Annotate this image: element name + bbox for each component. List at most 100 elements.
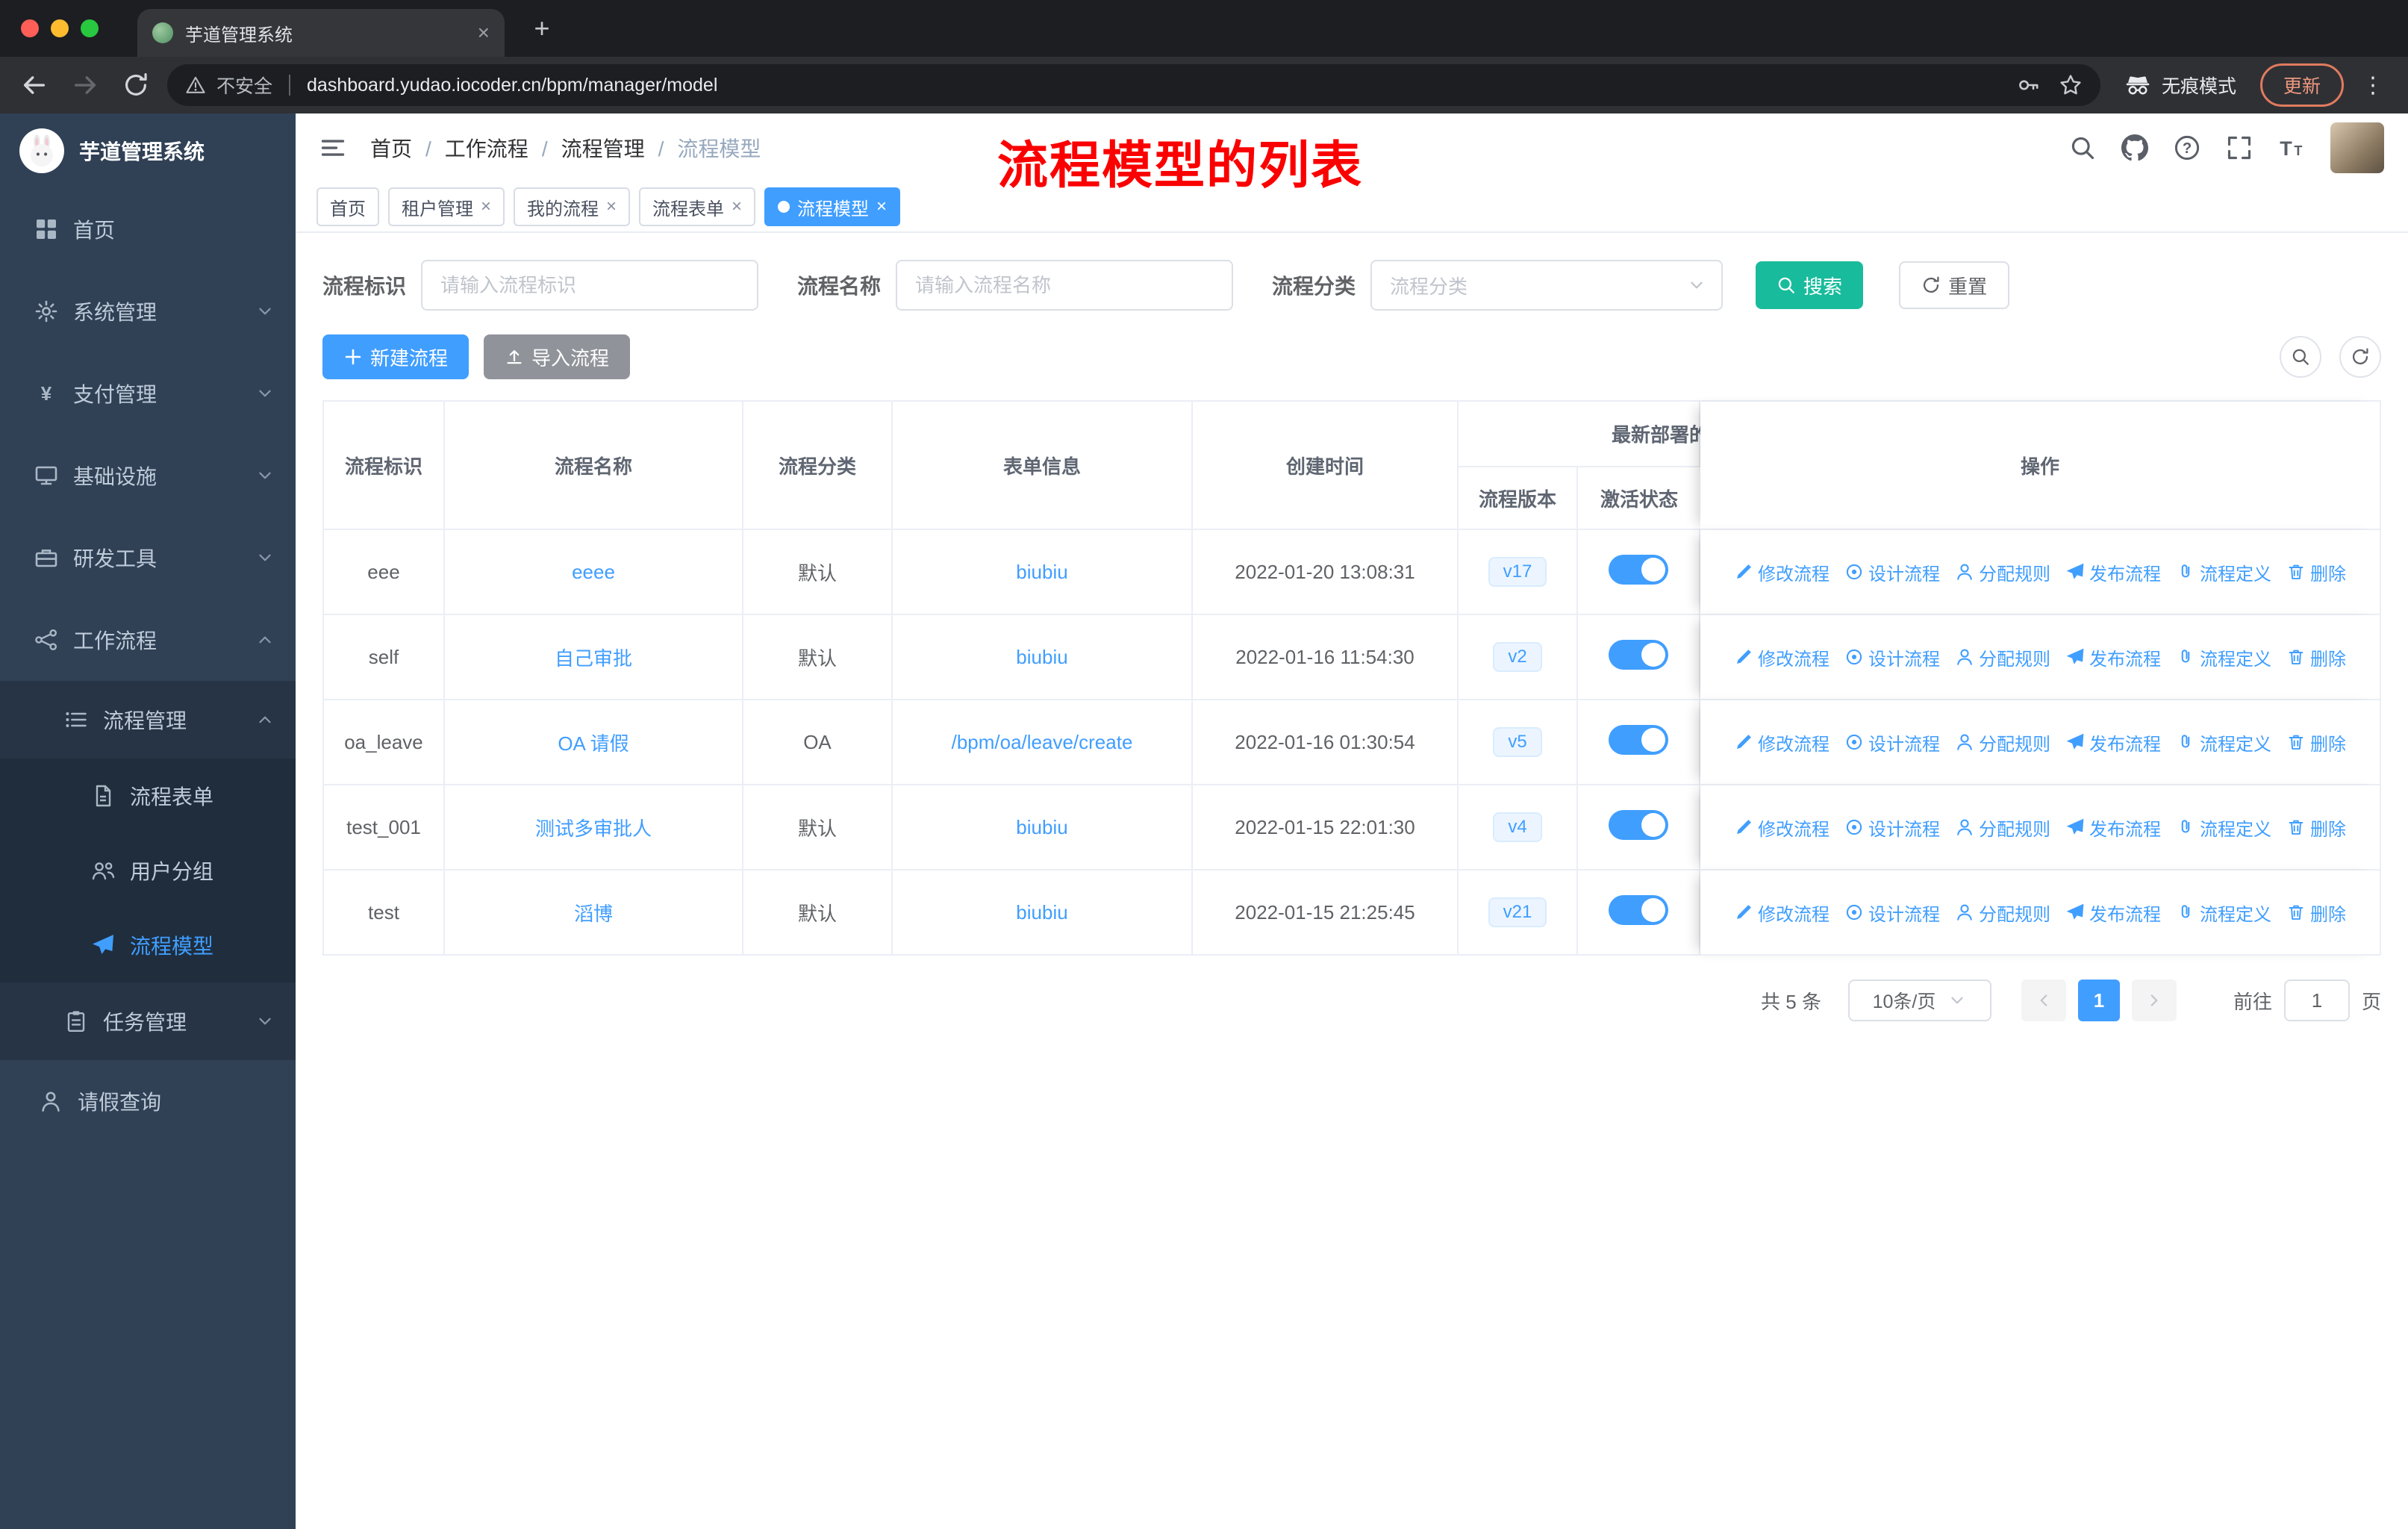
browser-menu-icon[interactable]: ⋮ bbox=[2362, 72, 2384, 99]
action-modify[interactable]: 修改流程 bbox=[1734, 815, 1830, 841]
action-design[interactable]: 设计流程 bbox=[1844, 729, 1940, 756]
active-toggle[interactable] bbox=[1609, 894, 1668, 925]
active-toggle[interactable] bbox=[1609, 724, 1668, 755]
action-design[interactable]: 设计流程 bbox=[1844, 815, 1940, 841]
breadcrumb-workflow[interactable]: 工作流程 bbox=[445, 133, 548, 163]
fullscreen-icon[interactable] bbox=[2226, 134, 2253, 161]
form-link[interactable]: biubiu bbox=[1016, 901, 1067, 924]
active-toggle[interactable] bbox=[1609, 554, 1668, 585]
close-icon[interactable]: × bbox=[481, 198, 491, 216]
search-button[interactable]: 搜索 bbox=[1756, 261, 1864, 309]
action-assign-rule[interactable]: 分配规则 bbox=[1955, 644, 2050, 670]
sidebar-item-process-model[interactable]: 流程模型 bbox=[0, 908, 296, 983]
action-design[interactable]: 设计流程 bbox=[1844, 644, 1940, 670]
action-delete[interactable]: 删除 bbox=[2286, 815, 2346, 841]
sidebar-item-process-mgmt[interactable]: 流程管理 bbox=[0, 681, 296, 759]
user-avatar[interactable] bbox=[2330, 122, 2384, 173]
sidebar-item-home[interactable]: 首页 bbox=[0, 188, 296, 270]
action-definition[interactable]: 流程定义 bbox=[2176, 900, 2271, 926]
action-assign-rule[interactable]: 分配规则 bbox=[1955, 900, 2050, 926]
next-page-button[interactable] bbox=[2131, 980, 2177, 1021]
minimize-window-button[interactable] bbox=[51, 19, 69, 37]
font-size-icon[interactable] bbox=[2278, 134, 2305, 161]
help-icon[interactable] bbox=[2174, 134, 2200, 161]
tab-close-icon[interactable]: × bbox=[478, 22, 490, 43]
action-delete[interactable]: 删除 bbox=[2286, 559, 2346, 585]
action-modify[interactable]: 修改流程 bbox=[1734, 559, 1830, 585]
tag-process-form[interactable]: 流程表单 × bbox=[639, 187, 756, 226]
close-icon[interactable]: × bbox=[606, 198, 617, 216]
action-design[interactable]: 设计流程 bbox=[1844, 559, 1940, 585]
form-link[interactable]: biubiu bbox=[1016, 646, 1067, 668]
sidebar-item-system[interactable]: 系统管理 bbox=[0, 270, 296, 352]
action-delete[interactable]: 删除 bbox=[2286, 644, 2346, 670]
password-key-icon[interactable] bbox=[2017, 73, 2041, 97]
form-link[interactable]: /bpm/oa/leave/create bbox=[952, 731, 1133, 753]
browser-tab[interactable]: 芋道管理系统 × bbox=[137, 9, 505, 57]
url-bar[interactable]: 不安全 dashboard.yudao.iocoder.cn/bpm/manag… bbox=[167, 64, 2100, 106]
security-label[interactable]: 不安全 bbox=[216, 72, 272, 99]
tag-my-process[interactable]: 我的流程 × bbox=[514, 187, 631, 226]
import-process-button[interactable]: 导入流程 bbox=[484, 334, 631, 379]
refresh-icon[interactable] bbox=[2339, 336, 2381, 378]
update-button[interactable]: 更新 bbox=[2259, 63, 2344, 107]
sidebar-item-workflow[interactable]: 工作流程 bbox=[0, 599, 296, 681]
prev-page-button[interactable] bbox=[2021, 980, 2066, 1021]
process-name-link[interactable]: OA 请假 bbox=[558, 732, 628, 755]
sidebar-item-process-form[interactable]: 流程表单 bbox=[0, 759, 296, 833]
action-publish[interactable]: 发布流程 bbox=[2065, 559, 2161, 585]
action-publish[interactable]: 发布流程 bbox=[2065, 644, 2161, 670]
action-assign-rule[interactable]: 分配规则 bbox=[1955, 729, 2050, 756]
tag-process-model[interactable]: 流程模型 × bbox=[764, 187, 901, 226]
url-text[interactable]: dashboard.yudao.iocoder.cn/bpm/manager/m… bbox=[307, 75, 717, 96]
github-icon[interactable] bbox=[2121, 134, 2148, 161]
sidebar-item-task-mgmt[interactable]: 任务管理 bbox=[0, 983, 296, 1060]
sidebar-item-devtools[interactable]: 研发工具 bbox=[0, 517, 296, 599]
action-definition[interactable]: 流程定义 bbox=[2176, 729, 2271, 756]
page-size-select[interactable]: 10条/页 bbox=[1847, 980, 1991, 1021]
sidebar-item-infrastructure[interactable]: 基础设施 bbox=[0, 435, 296, 517]
action-design[interactable]: 设计流程 bbox=[1844, 900, 1940, 926]
search-icon[interactable] bbox=[2069, 134, 2096, 161]
action-modify[interactable]: 修改流程 bbox=[1734, 729, 1830, 756]
action-publish[interactable]: 发布流程 bbox=[2065, 900, 2161, 926]
maximize-window-button[interactable] bbox=[81, 19, 99, 37]
current-page[interactable]: 1 bbox=[2077, 980, 2120, 1021]
tag-tenant-mgmt[interactable]: 租户管理 × bbox=[388, 187, 505, 226]
app-logo[interactable]: 芋道管理系统 bbox=[0, 113, 296, 188]
action-assign-rule[interactable]: 分配规则 bbox=[1955, 559, 2050, 585]
active-toggle[interactable] bbox=[1609, 809, 1668, 840]
tag-home[interactable]: 首页 bbox=[316, 187, 379, 226]
forward-icon[interactable] bbox=[66, 66, 105, 105]
action-publish[interactable]: 发布流程 bbox=[2065, 729, 2161, 756]
process-name-link[interactable]: 自己审批 bbox=[555, 647, 632, 670]
action-delete[interactable]: 删除 bbox=[2286, 900, 2346, 926]
process-category-select[interactable]: 流程分类 bbox=[1370, 260, 1724, 311]
action-definition[interactable]: 流程定义 bbox=[2176, 644, 2271, 670]
action-modify[interactable]: 修改流程 bbox=[1734, 644, 1830, 670]
form-link[interactable]: biubiu bbox=[1016, 816, 1067, 838]
sidebar-item-user-group[interactable]: 用户分组 bbox=[0, 833, 296, 908]
action-assign-rule[interactable]: 分配规则 bbox=[1955, 815, 2050, 841]
sidebar-item-leave-query[interactable]: 请假查询 bbox=[0, 1060, 296, 1142]
collapse-menu-icon[interactable] bbox=[319, 134, 346, 161]
process-name-link[interactable]: eeee bbox=[572, 561, 615, 583]
reload-icon[interactable] bbox=[116, 66, 155, 105]
action-delete[interactable]: 删除 bbox=[2286, 729, 2346, 756]
action-definition[interactable]: 流程定义 bbox=[2176, 559, 2271, 585]
process-name-link[interactable]: 测试多审批人 bbox=[535, 818, 652, 840]
breadcrumb-home[interactable]: 首页 bbox=[370, 133, 431, 163]
toggle-search-icon[interactable] bbox=[2280, 336, 2321, 378]
action-definition[interactable]: 流程定义 bbox=[2176, 815, 2271, 841]
close-window-button[interactable] bbox=[21, 19, 39, 37]
close-icon[interactable]: × bbox=[732, 198, 742, 216]
breadcrumb-process-mgmt[interactable]: 流程管理 bbox=[561, 133, 664, 163]
process-id-input[interactable] bbox=[421, 260, 759, 311]
close-icon[interactable]: × bbox=[876, 198, 887, 216]
process-name-link[interactable]: 滔博 bbox=[574, 903, 613, 925]
process-name-input[interactable] bbox=[896, 260, 1234, 311]
action-modify[interactable]: 修改流程 bbox=[1734, 900, 1830, 926]
sidebar-item-payment[interactable]: 支付管理 bbox=[0, 352, 296, 435]
reset-button[interactable]: 重置 bbox=[1899, 261, 2010, 309]
action-publish[interactable]: 发布流程 bbox=[2065, 815, 2161, 841]
